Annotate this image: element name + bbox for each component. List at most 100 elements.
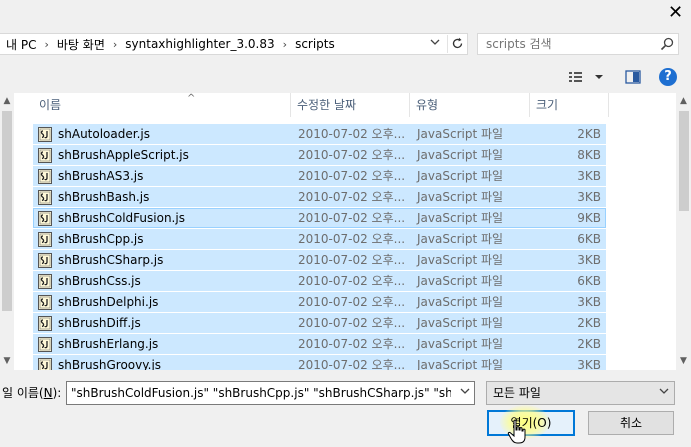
file-size: 3KB (577, 358, 601, 370)
javascript-file-icon (38, 232, 52, 247)
file-modified-date: 2010-07-02 오후... (298, 211, 406, 225)
file-row[interactable]: shBrushAppleScript.js 2010-07-02 오후... Jav… (33, 145, 606, 165)
javascript-file-icon (38, 127, 52, 142)
file-modified-date: 2010-07-02 오후... (298, 148, 406, 162)
filename-label: 일 이름(N): (2, 384, 61, 402)
search-box[interactable] (477, 33, 679, 55)
file-row[interactable]: shBrushCSharp.js 2010-07-02 오후... JavaScri… (33, 250, 606, 270)
file-row[interactable]: shBrushErlang.js 2010-07-02 오후... JavaScri… (33, 334, 606, 354)
refresh-icon (452, 37, 462, 49)
scroll-down-icon[interactable]: ▼ (676, 355, 691, 367)
file-size: 9KB (577, 211, 601, 225)
breadcrumb-item-scripts[interactable]: scripts (293, 37, 337, 51)
sort-ascending-icon: ^ (187, 93, 196, 104)
column-header-type-label: 유형 (416, 98, 439, 112)
file-type: JavaScript 파일 (417, 211, 504, 225)
file-row[interactable]: shBrushAS3.js 2010-07-02 오후... JavaScript … (33, 166, 606, 186)
address-bar[interactable]: 내 PC › 바탕 화면 › syntaxhighlighter_3.0.83 … (0, 33, 468, 55)
column-header-type[interactable]: 유형 (410, 93, 530, 117)
file-type: JavaScript 파일 (417, 169, 504, 183)
file-name: shBrushAppleScript.js (58, 148, 189, 162)
scroll-up-icon[interactable]: ▲ (676, 95, 691, 107)
scroll-up-icon[interactable]: ▲ (0, 95, 14, 107)
refresh-button[interactable] (447, 35, 466, 53)
javascript-file-icon (38, 316, 52, 331)
file-type: JavaScript 파일 (417, 148, 504, 162)
file-name: shBrushDelphi.js (58, 295, 159, 309)
file-name: shBrushCpp.js (58, 232, 144, 246)
file-size: 8KB (577, 148, 601, 162)
filename-label-prefix: 일 이름( (2, 386, 44, 400)
file-modified-date: 2010-07-02 오후... (298, 169, 406, 183)
javascript-file-icon (38, 295, 52, 310)
file-size: 2KB (577, 337, 601, 351)
vertical-scrollbar[interactable]: ▲ ▼ (676, 93, 691, 370)
breadcrumb-separator-icon[interactable]: › (277, 38, 293, 51)
search-input[interactable] (486, 36, 656, 52)
javascript-file-icon (38, 337, 52, 352)
file-type: JavaScript 파일 (417, 337, 504, 351)
address-history-dropdown[interactable] (427, 36, 443, 52)
column-header-size[interactable]: 크기 (530, 93, 609, 117)
file-name: shAutoloader.js (58, 127, 150, 141)
column-header-date[interactable]: 수정한 날짜 (291, 93, 410, 117)
breadcrumb-item-syntaxhighlighter[interactable]: syntaxhighlighter_3.0.83 (123, 37, 276, 51)
javascript-file-icon (38, 169, 52, 184)
javascript-file-icon (38, 358, 52, 370)
cancel-button[interactable]: 취소 (588, 411, 674, 435)
file-size: 2KB (577, 316, 601, 330)
breadcrumb-item-desktop[interactable]: 바탕 화면 (55, 36, 107, 53)
file-row[interactable]: shBrushCss.js 2010-07-02 오후... JavaScript … (33, 271, 606, 291)
chevron-down-icon (460, 388, 470, 394)
file-row[interactable]: shBrushGroovy.js 2010-07-02 오후... JavaScri… (33, 355, 606, 370)
chevron-down-icon (430, 39, 440, 45)
filename-dropdown[interactable] (458, 386, 472, 400)
file-type-filter-value: 모든 파일 (493, 386, 541, 400)
preview-pane-button[interactable] (624, 68, 642, 86)
file-name: shBrushErlang.js (58, 337, 159, 351)
scroll-down-icon[interactable]: ▼ (0, 355, 14, 367)
filename-input[interactable] (71, 385, 451, 401)
filename-field[interactable] (66, 381, 475, 405)
column-header-name-label: 이름 (39, 98, 62, 112)
file-size: 6KB (577, 274, 601, 288)
file-size: 3KB (577, 190, 601, 204)
file-name: shBrushGroovy.js (58, 358, 162, 370)
file-row[interactable]: shBrushDiff.js 2010-07-02 오후... JavaScript… (33, 313, 606, 333)
preview-pane-icon (625, 70, 641, 84)
file-size: 3KB (577, 253, 601, 267)
file-type-filter[interactable]: 모든 파일 (486, 381, 675, 405)
help-button[interactable]: ? (659, 68, 677, 86)
file-row[interactable]: shAutoloader.js 2010-07-02 오후... JavaScrip… (33, 124, 606, 144)
file-modified-date: 2010-07-02 오후... (298, 232, 406, 246)
file-type: JavaScript 파일 (417, 316, 504, 330)
file-list[interactable]: 이름 ^ 수정한 날짜 유형 크기 shAutoloader.js 2010-07… (0, 93, 676, 370)
file-row[interactable]: shBrushDelphi.js 2010-07-02 오후... JavaScri… (33, 292, 606, 312)
javascript-file-icon (38, 211, 52, 226)
file-name: shBrushAS3.js (58, 169, 144, 183)
search-icon[interactable] (660, 37, 674, 51)
file-row[interactable]: shBrushBash.js 2010-07-02 오후... JavaScript… (33, 187, 606, 207)
help-icon: ? (664, 69, 672, 84)
change-view-button[interactable] (566, 68, 606, 86)
file-type: JavaScript 파일 (417, 274, 504, 288)
scrollbar-thumb[interactable] (2, 111, 12, 311)
file-modified-date: 2010-07-02 오후... (298, 190, 406, 204)
column-header-name[interactable]: 이름 ^ (33, 93, 291, 117)
breadcrumb-separator-icon[interactable]: › (38, 38, 54, 51)
view-options-icon (569, 72, 603, 82)
file-row[interactable]: shBrushCpp.js 2010-07-02 오후... JavaScript … (33, 229, 606, 249)
file-modified-date: 2010-07-02 오후... (298, 127, 406, 141)
breadcrumb-separator-icon[interactable]: › (107, 38, 123, 51)
file-type: JavaScript 파일 (417, 295, 504, 309)
file-row[interactable]: shBrushColdFusion.js 2010-07-02 오후... Java… (33, 208, 606, 228)
horizontal-scroll-area[interactable]: ▲ ▼ (0, 93, 14, 370)
javascript-file-icon (38, 190, 52, 205)
close-button[interactable]: ✕ (660, 0, 691, 26)
breadcrumb-item-this-pc[interactable]: 내 PC (4, 36, 38, 53)
scrollbar-thumb[interactable] (679, 111, 689, 211)
column-header-row: 이름 ^ 수정한 날짜 유형 크기 (0, 93, 676, 121)
file-type: JavaScript 파일 (417, 253, 504, 267)
close-icon: ✕ (667, 2, 684, 23)
file-modified-date: 2010-07-02 오후... (298, 358, 406, 370)
